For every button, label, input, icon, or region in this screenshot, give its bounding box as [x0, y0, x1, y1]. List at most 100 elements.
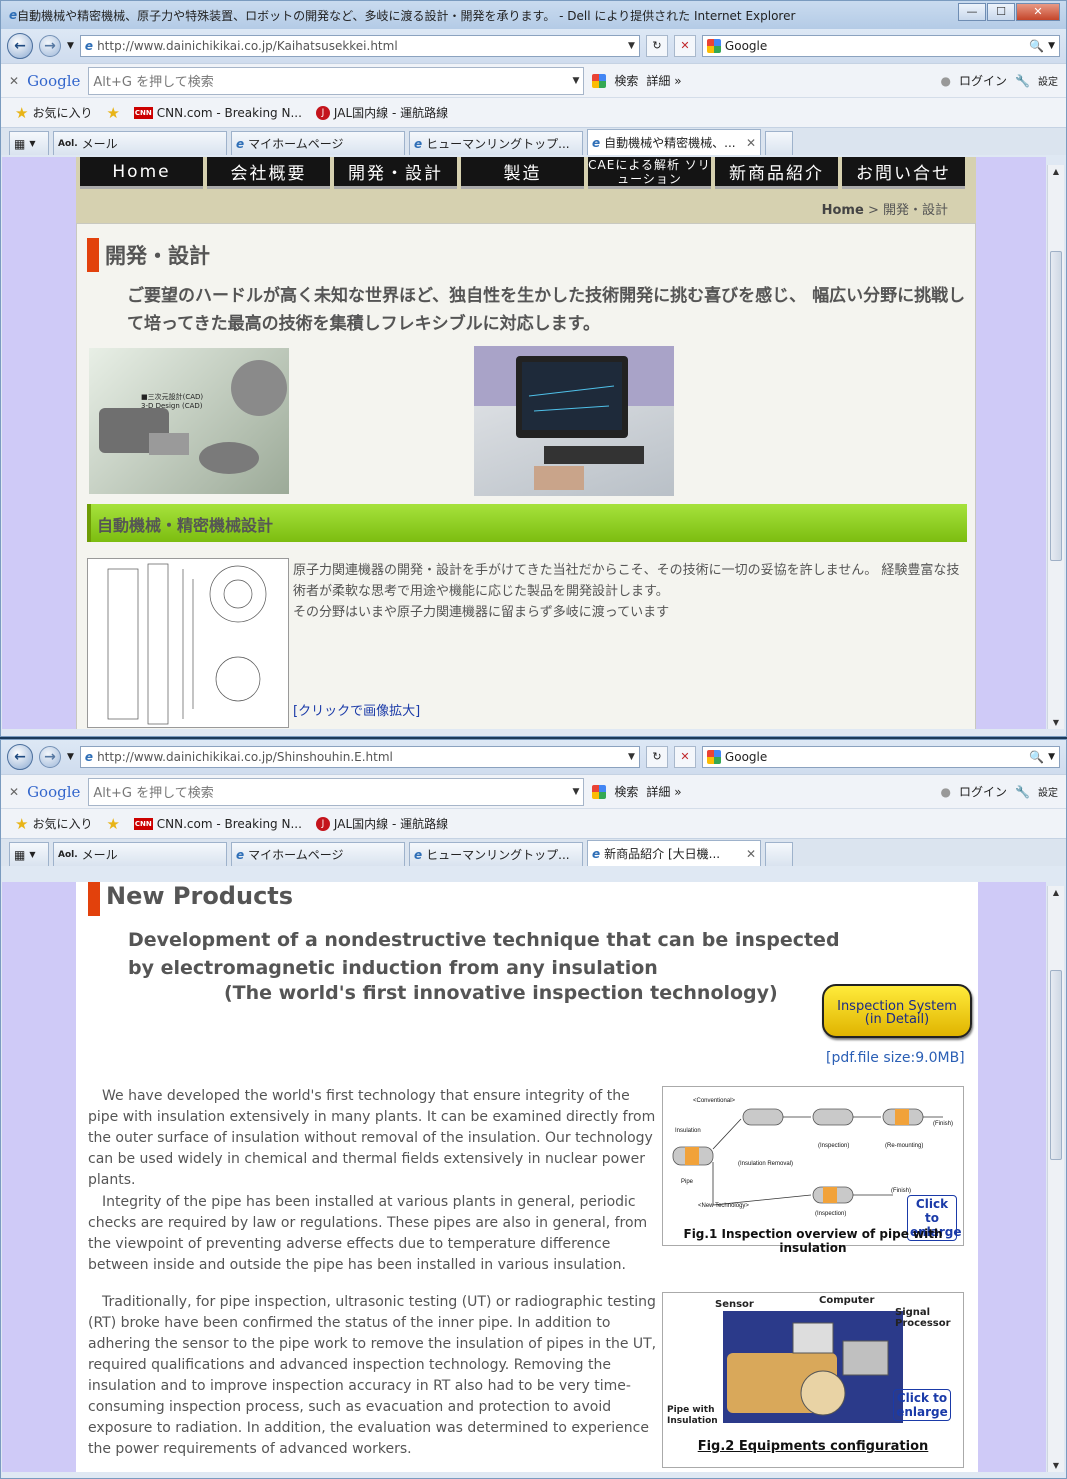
tab-current[interactable]: e 新商品紹介 [大日機... ✕ — [587, 840, 761, 866]
technical-drawing-thumbnail[interactable] — [87, 558, 289, 728]
history-dropdown-icon[interactable]: ▼ — [67, 41, 74, 51]
inspection-system-button[interactable]: Inspection System (in Detail) — [822, 984, 972, 1038]
forward-button[interactable]: → — [39, 35, 61, 57]
history-dropdown-icon[interactable]: ▼ — [67, 752, 74, 762]
enlarge-image-link[interactable]: [クリックで画像拡大] — [293, 700, 420, 719]
login-button[interactable]: ログイン — [959, 783, 1007, 800]
favorite-link-jal[interactable]: J JAL国内線 - 運航路線 — [315, 815, 449, 832]
subtitle: Development of a nondestructive techniqu… — [128, 929, 840, 979]
minimize-button[interactable]: — — [958, 3, 986, 21]
pdf-link[interactable]: [pdf.file size:9.0MB] — [826, 1050, 965, 1066]
tab-humanring[interactable]: e ヒューマンリングトップ... — [409, 842, 583, 866]
nav-new-products[interactable]: 新商品紹介 — [715, 157, 838, 189]
google-search-icon — [592, 784, 607, 799]
scroll-up-icon[interactable]: ▲ — [1048, 888, 1064, 897]
refresh-button[interactable]: ↻ — [645, 746, 668, 768]
favorites-button[interactable]: ★ お気に入り — [15, 104, 92, 122]
settings-button[interactable]: 設定 — [1038, 73, 1058, 88]
google-search-icon — [592, 73, 607, 88]
toolbar-close-icon[interactable]: ✕ — [9, 785, 19, 799]
google-search-button[interactable]: 検索 — [614, 783, 638, 800]
tab-label: ヒューマンリングトップ... — [426, 137, 570, 151]
favorite-link-cnn[interactable]: CNN CNN.com - Breaking N... — [133, 106, 302, 120]
search-box[interactable]: Google 🔍 ▼ — [701, 746, 1060, 768]
close-tab-icon[interactable]: ✕ — [746, 847, 756, 861]
tab-current[interactable]: e 自動機械や精密機械、... ✕ — [587, 129, 761, 155]
forward-arrow-icon: → — [44, 749, 56, 765]
vertical-scrollbar[interactable]: ▲ ▼ — [1047, 886, 1064, 1472]
forward-button[interactable]: → — [39, 746, 61, 768]
settings-button[interactable]: 設定 — [1038, 784, 1058, 799]
page-icon: e — [84, 750, 94, 764]
favorite-link-label: CNN.com - Breaking N... — [156, 816, 302, 831]
nav-development[interactable]: 開発・設計 — [334, 157, 457, 189]
figure-2[interactable]: Sensor Computer Signal Processor Pipe wi… — [662, 1292, 964, 1468]
vertical-scrollbar[interactable]: ▲ ▼ — [1047, 165, 1064, 729]
wrench-icon[interactable]: 🔧 — [1015, 785, 1030, 799]
inspection-button-line2: (in Detail) — [864, 1012, 930, 1027]
favorites-label: お気に入り — [32, 817, 93, 831]
nav-cae[interactable]: CAEによる解析 ソリューション — [588, 157, 711, 189]
add-favorite-icon[interactable]: ★ — [106, 104, 119, 122]
stop-button[interactable]: ✕ — [673, 35, 696, 57]
cad-illustration — [99, 360, 287, 474]
address-bar[interactable]: e http://www.dainichikikai.co.jp/Kaihats… — [79, 35, 640, 57]
ie-icon: e — [414, 847, 423, 862]
close-window-button[interactable]: ✕ — [1016, 3, 1060, 21]
chevron-down-icon[interactable]: ▼ — [572, 76, 579, 86]
login-button[interactable]: ログイン — [959, 72, 1007, 89]
address-bar[interactable]: e http://www.dainichikikai.co.jp/Shinsho… — [79, 746, 640, 768]
jal-icon: J — [315, 105, 330, 120]
breadcrumb-home[interactable]: Home — [822, 203, 864, 218]
search-dropdown-icon[interactable]: ▼ — [1048, 752, 1055, 762]
stop-button[interactable]: ✕ — [673, 746, 696, 768]
nav-contact[interactable]: お問い合せ — [842, 157, 965, 189]
tab-myhome[interactable]: e マイホームページ — [231, 131, 405, 155]
nav-company[interactable]: 会社概要 — [207, 157, 330, 189]
scroll-thumb[interactable] — [1050, 251, 1062, 561]
new-tab-button[interactable] — [765, 842, 793, 866]
quick-tabs-button[interactable]: ▦ ▼ — [9, 842, 49, 866]
favorite-link-label: JAL国内線 - 運航路線 — [333, 817, 449, 831]
google-search-input[interactable]: Alt+G を押して検索 ▼ — [88, 777, 585, 806]
add-favorite-icon[interactable]: ★ — [106, 815, 119, 833]
search-dropdown-icon[interactable]: ▼ — [1048, 41, 1055, 51]
google-icon — [706, 39, 721, 53]
tab-mail[interactable]: Aol. メール — [53, 842, 227, 866]
favorites-button[interactable]: ★ お気に入り — [15, 815, 92, 833]
back-button[interactable]: ← — [7, 33, 33, 59]
address-dropdown-icon[interactable]: ▼ — [628, 41, 635, 51]
scroll-down-icon[interactable]: ▼ — [1048, 718, 1064, 727]
back-button[interactable]: ← — [7, 744, 33, 770]
tab-label: マイホームページ — [248, 137, 344, 151]
tab-mail[interactable]: Aol. メール — [53, 131, 227, 155]
figure-1[interactable]: <Conventional> Insulation Pipe (Insulati… — [662, 1086, 964, 1255]
close-tab-icon[interactable]: ✕ — [746, 136, 756, 150]
google-search-button[interactable]: 検索 — [614, 72, 638, 89]
tab-humanring[interactable]: e ヒューマンリングトップ... — [409, 131, 583, 155]
google-search-input[interactable]: Alt+G を押して検索 ▼ — [88, 66, 585, 95]
quick-tabs-button[interactable]: ▦ ▼ — [9, 131, 49, 155]
fig2-enlarge-button[interactable]: Click to enlarge — [893, 1389, 951, 1421]
nav-manufacturing[interactable]: 製造 — [461, 157, 584, 189]
nav-home[interactable]: Home — [80, 157, 203, 189]
chevron-down-icon[interactable]: ▼ — [572, 787, 579, 797]
search-box[interactable]: Google 🔍 ▼ — [701, 35, 1060, 57]
new-tab-button[interactable] — [765, 131, 793, 155]
scroll-down-icon[interactable]: ▼ — [1048, 1461, 1064, 1470]
toolbar-close-icon[interactable]: ✕ — [9, 74, 19, 88]
google-more-button[interactable]: 詳細 » — [646, 72, 681, 89]
search-icon[interactable]: 🔍 — [1029, 39, 1044, 53]
scroll-up-icon[interactable]: ▲ — [1048, 167, 1064, 176]
refresh-button[interactable]: ↻ — [645, 35, 668, 57]
favorite-link-cnn[interactable]: CNN CNN.com - Breaking N... — [133, 816, 302, 831]
address-dropdown-icon[interactable]: ▼ — [628, 752, 635, 762]
page-viewport: New Products Development of a nondestruc… — [2, 882, 1046, 1472]
wrench-icon[interactable]: 🔧 — [1015, 74, 1030, 88]
scroll-thumb[interactable] — [1050, 970, 1062, 1160]
maximize-button[interactable]: ☐ — [987, 3, 1015, 21]
google-more-button[interactable]: 詳細 » — [646, 783, 681, 800]
favorite-link-jal[interactable]: J JAL国内線 - 運航路線 — [315, 104, 448, 121]
search-icon[interactable]: 🔍 — [1029, 750, 1044, 764]
tab-myhome[interactable]: e マイホームページ — [231, 842, 405, 866]
